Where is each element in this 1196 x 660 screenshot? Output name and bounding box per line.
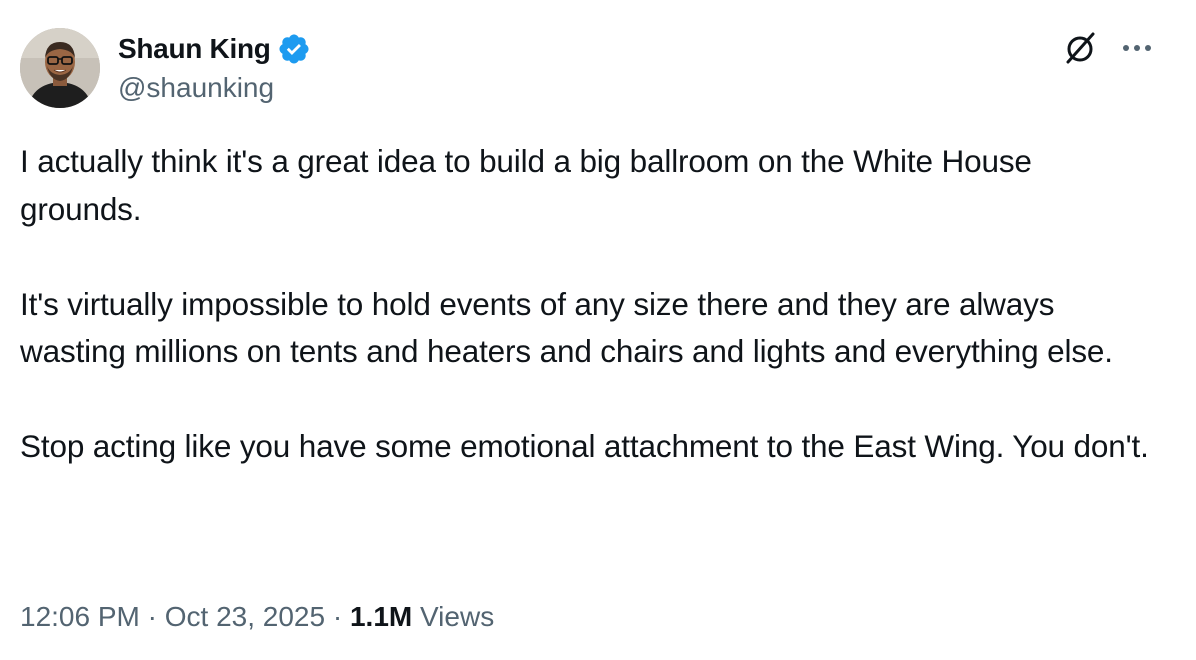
- tweet-card: Shaun King @shaunking I actually think i…: [0, 0, 1196, 660]
- tweet-meta: 12:06 PM · Oct 23, 2025 · 1.1M Views: [20, 601, 494, 633]
- avatar[interactable]: [20, 28, 100, 108]
- author-handle[interactable]: @shaunking: [118, 72, 274, 104]
- author-name-row: Shaun King: [118, 30, 311, 68]
- author-display-name[interactable]: Shaun King: [118, 33, 271, 65]
- tweet-paragraph: It's virtually impossible to hold events…: [20, 285, 1113, 370]
- tweet-text: I actually think it's a great idea to bu…: [20, 138, 1160, 471]
- grok-icon[interactable]: [1060, 28, 1100, 68]
- views-label: Views: [420, 601, 495, 632]
- meta-separator: ·: [147, 601, 157, 632]
- tweet-paragraph: Stop acting like you have some emotional…: [20, 428, 1149, 464]
- meta-separator: ·: [332, 601, 343, 632]
- tweet-time[interactable]: 12:06 PM: [20, 601, 140, 632]
- avatar-image: [20, 28, 100, 108]
- tweet-date[interactable]: Oct 23, 2025: [165, 601, 325, 632]
- tweet-paragraph: I actually think it's a great idea to bu…: [20, 143, 1032, 227]
- more-dots-icon[interactable]: [1112, 30, 1162, 66]
- views-count[interactable]: 1.1M: [350, 601, 412, 632]
- verified-badge-icon[interactable]: [277, 32, 311, 66]
